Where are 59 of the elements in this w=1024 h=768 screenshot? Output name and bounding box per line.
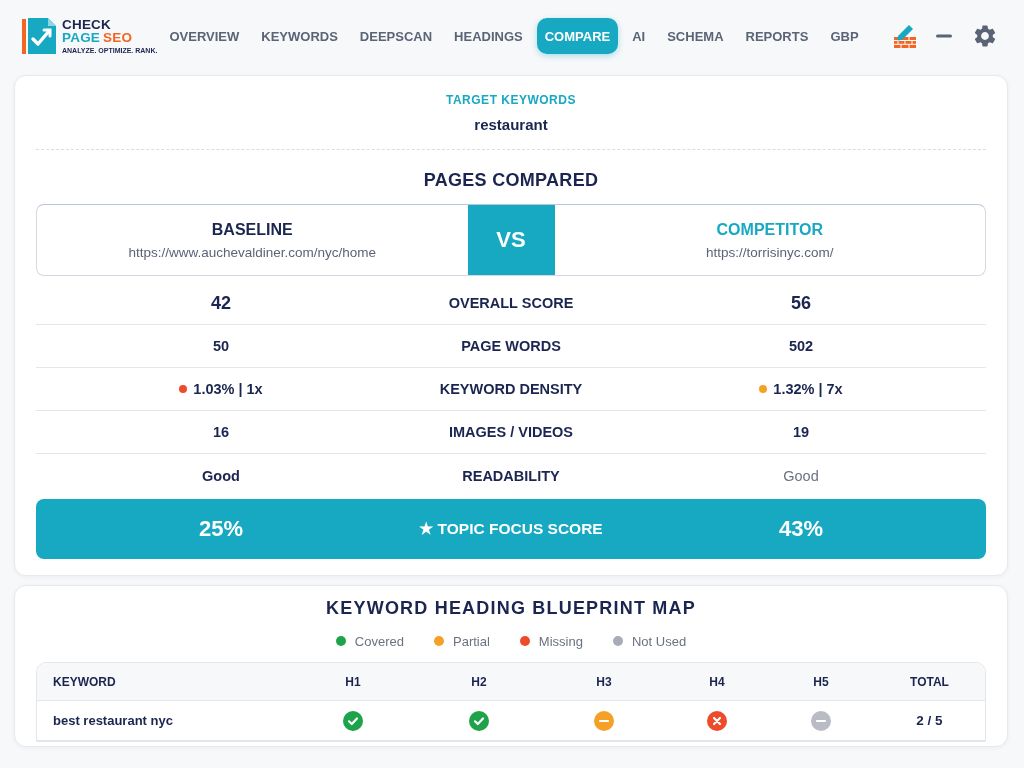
column-header: TOTAL [910, 674, 949, 689]
legend-label: Not Used [631, 633, 687, 649]
target-keyword: restaurant [473, 116, 549, 134]
minimize-icon [936, 34, 952, 38]
metric-value: 50 [212, 338, 230, 354]
nav-tab[interactable]: AI [624, 18, 654, 54]
competitor-title: COMPETITOR [716, 220, 823, 239]
metric-value: 42 [211, 292, 231, 314]
metric-value: 56 [791, 292, 811, 314]
metric-label: KEYWORD DENSITY [438, 381, 584, 397]
section-title: KEYWORD HEADING BLUEPRINT MAP [325, 597, 697, 619]
nav-tab[interactable]: GBP [822, 18, 867, 54]
logo-text: SEO [103, 31, 133, 45]
vs-label: VS [467, 205, 555, 275]
legend-label: Covered [354, 633, 404, 649]
column-header: H2 [471, 674, 487, 689]
topic-score-label: ★ TOPIC FOCUS SCORE [418, 520, 604, 538]
page-url: https://torrisinyc.com/ [705, 244, 834, 260]
column-header: H5 [813, 674, 829, 689]
legend-label: Partial [453, 633, 490, 649]
section-title: PAGES COMPARED [422, 169, 600, 191]
total-cell: 2 / 5 [916, 713, 943, 728]
legend-label: Missing [538, 633, 583, 649]
nav-tab[interactable]: COMPARE [536, 18, 619, 54]
column-header: H1 [345, 674, 361, 689]
column-header: H3 [596, 674, 612, 689]
metric-value: 19 [792, 424, 810, 440]
metric-label: PAGE WORDS [460, 338, 562, 354]
minimize-button[interactable] [936, 34, 952, 38]
baseline-title: BASELINE [211, 220, 293, 239]
metric-value: Good [783, 467, 819, 484]
logo-icon [22, 17, 58, 55]
metric-value: 16 [212, 424, 230, 440]
topic-score-value: 43% [777, 516, 824, 542]
logo-text: PAGE [62, 31, 101, 45]
pencil-bricks-icon [894, 24, 916, 48]
nav-tab[interactable]: SCHEMA [659, 18, 732, 54]
metric-value: Good [202, 467, 240, 484]
nav-tab[interactable]: HEADINGS [446, 18, 531, 54]
metric-value: 1.03% | 1x [193, 381, 263, 397]
metric-label: IMAGES / VIDEOS [447, 424, 575, 440]
metric-value: 1.32% | 7x [773, 381, 843, 397]
nav-tab[interactable]: REPORTS [737, 18, 817, 54]
metric-label: READABILITY [461, 467, 561, 484]
keyword-cell-text: best restaurant nyc [52, 713, 173, 728]
metric-value: 502 [788, 338, 814, 354]
settings-icon [972, 23, 998, 49]
edit-button[interactable] [894, 24, 916, 48]
settings-button[interactable] [972, 23, 998, 49]
page-url: https://www.auchevaldiner.com/nyc/home [128, 244, 377, 260]
nav-tab[interactable]: KEYWORDS [253, 18, 346, 54]
logo-text: CHECK [62, 17, 112, 31]
column-header: KEYWORD [52, 674, 116, 689]
topic-score-value: 25% [197, 516, 244, 542]
nav-tab[interactable]: OVERVIEW [161, 18, 248, 54]
nav-tab[interactable]: DEEPSCAN [351, 18, 441, 54]
column-header: H4 [709, 674, 725, 689]
section-label: TARGET KEYWORDS [445, 92, 577, 108]
metric-label: OVERALL SCORE [447, 295, 575, 311]
